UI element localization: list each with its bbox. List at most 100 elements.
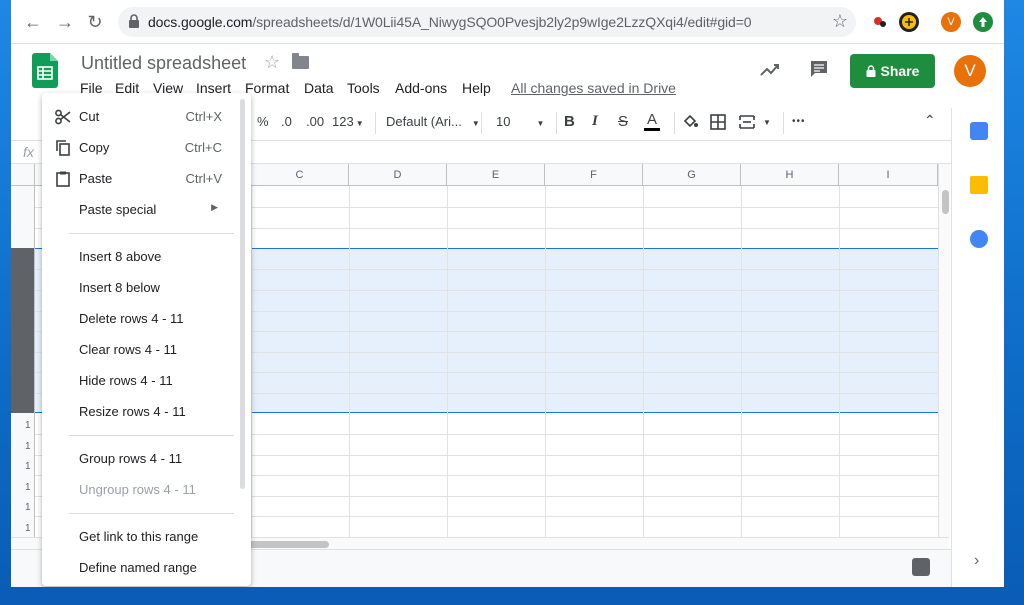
toolbar-divider xyxy=(783,112,784,134)
menu-item-label: Get link to this range xyxy=(79,529,199,544)
explore-icon[interactable] xyxy=(912,558,930,576)
menu-item-copy[interactable]: Copy Ctrl+C xyxy=(42,132,240,163)
bookmark-star-icon[interactable]: ☆ xyxy=(832,11,848,32)
font-family-value: Default (Ari... xyxy=(386,114,462,129)
font-size-select[interactable]: 10 ▼ xyxy=(496,114,544,129)
dropdown-arrow-icon: ▼ xyxy=(471,119,480,128)
column-header-h[interactable]: H xyxy=(741,164,839,186)
select-all-corner[interactable] xyxy=(11,164,35,186)
menu-item-paste-special[interactable]: Paste special ▶ xyxy=(42,194,240,225)
menu-item-paste[interactable]: Paste Ctrl+V xyxy=(42,163,240,194)
document-title[interactable]: Untitled spreadsheet xyxy=(81,53,246,74)
menu-item-hide-rows[interactable]: Hide rows 4 - 11 xyxy=(42,365,240,396)
borders-icon[interactable] xyxy=(709,113,727,131)
menu-item-cut[interactable]: Cut Ctrl+X xyxy=(42,101,240,132)
row-number: 1 xyxy=(25,461,31,472)
menu-item-insert-below[interactable]: Insert 8 below xyxy=(42,272,240,303)
merge-cells-icon[interactable] xyxy=(738,113,756,131)
menu-item-shortcut: Ctrl+X xyxy=(185,109,222,124)
menu-separator xyxy=(69,435,234,436)
calendar-icon[interactable] xyxy=(970,122,988,140)
menu-item-define-named-range[interactable]: Define named range xyxy=(42,552,240,583)
more-formats-button[interactable]: 123 ▼ xyxy=(332,114,364,129)
menu-tools[interactable]: Tools xyxy=(347,80,380,96)
avatar[interactable]: V xyxy=(954,55,986,87)
column-header-c[interactable]: C xyxy=(251,164,349,186)
menu-item-label: Paste special xyxy=(79,202,157,217)
format-percent-button[interactable]: % xyxy=(257,114,269,129)
profile-avatar-icon[interactable]: V xyxy=(941,12,961,32)
menu-item-shortcut: Ctrl+C xyxy=(184,140,222,155)
strikethrough-button[interactable]: S xyxy=(618,113,628,130)
row-headers-top[interactable] xyxy=(11,186,35,248)
menu-help[interactable]: Help xyxy=(462,80,491,96)
url-bar[interactable]: docs.google.com/spreadsheets/d/1W0Lii45A… xyxy=(118,7,856,37)
dropdown-arrow-icon[interactable]: ▼ xyxy=(763,118,771,127)
activity-trend-icon[interactable] xyxy=(759,60,781,80)
row-number: 1 xyxy=(25,523,31,534)
copy-icon xyxy=(56,140,70,156)
decrease-decimal-button[interactable]: .0 xyxy=(281,114,292,129)
star-icon[interactable]: ☆ xyxy=(264,52,280,73)
dropdown-arrow-icon: ▼ xyxy=(355,119,364,128)
extension-hive-icon[interactable] xyxy=(899,12,919,32)
menu-item-shortcut: Ctrl+V xyxy=(185,171,222,186)
folder-icon[interactable] xyxy=(292,53,309,69)
column-header-d[interactable]: D xyxy=(349,164,447,186)
vertical-scroll-thumb[interactable] xyxy=(942,190,949,214)
sheets-logo-icon[interactable] xyxy=(32,53,58,88)
menu-item-label: Define named range xyxy=(79,560,197,575)
collapse-toolbar-icon[interactable]: ⌃ xyxy=(924,112,936,129)
menu-scrollbar[interactable] xyxy=(240,99,245,489)
lock-icon xyxy=(129,14,139,28)
column-header-e[interactable]: E xyxy=(447,164,545,186)
menu-item-label: Clear rows 4 - 11 xyxy=(79,342,178,357)
text-color-button[interactable]: A xyxy=(644,111,661,131)
toolbar-divider xyxy=(556,112,557,134)
tasks-icon[interactable] xyxy=(970,230,988,248)
menu-item-group-rows[interactable]: Group rows 4 - 11 xyxy=(42,443,240,474)
menu-item-delete-rows[interactable]: Delete rows 4 - 11 xyxy=(42,303,240,334)
extension-red-icon[interactable] xyxy=(870,12,890,32)
menu-item-label: Resize rows 4 - 11 xyxy=(79,404,186,419)
menu-item-clear-rows[interactable]: Clear rows 4 - 11 xyxy=(42,334,240,365)
menu-addons[interactable]: Add-ons xyxy=(395,80,447,96)
more-toolbar-button[interactable]: ••• xyxy=(792,116,806,127)
comment-icon[interactable] xyxy=(809,59,829,79)
browser-address-bar: ← → ↻ docs.google.com/spreadsheets/d/1W0… xyxy=(11,0,1004,44)
row-number: 1 xyxy=(25,420,31,431)
share-button[interactable]: Share xyxy=(850,54,935,88)
italic-button[interactable]: I xyxy=(592,113,598,130)
increase-decimal-button[interactable]: .00 xyxy=(306,114,324,129)
update-icon[interactable] xyxy=(973,12,993,32)
font-size-value: 10 xyxy=(496,114,511,129)
menu-item-insert-above[interactable]: Insert 8 above xyxy=(42,241,240,272)
keep-icon[interactable] xyxy=(970,176,988,194)
forward-icon[interactable]: → xyxy=(55,12,75,32)
menu-item-label: Delete rows 4 - 11 xyxy=(79,311,184,326)
menu-item-label: Copy xyxy=(79,140,110,155)
more-formats-label: 123 xyxy=(332,114,354,129)
menu-item-get-link[interactable]: Get link to this range xyxy=(42,521,240,552)
horizontal-scroll-thumb[interactable] xyxy=(239,541,329,548)
menu-item-ungroup-rows: Ungroup rows 4 - 11 xyxy=(42,474,240,505)
back-icon[interactable]: ← xyxy=(23,12,43,32)
row-headers-selected[interactable] xyxy=(11,248,35,413)
fill-color-icon[interactable] xyxy=(681,113,699,131)
column-header-g[interactable]: G xyxy=(643,164,741,186)
menu-item-label: Group rows 4 - 11 xyxy=(79,451,183,466)
menu-item-resize-rows[interactable]: Resize rows 4 - 11 xyxy=(42,396,240,427)
column-header-f[interactable]: F xyxy=(545,164,643,186)
submenu-arrow-icon: ▶ xyxy=(211,202,218,212)
browser-window: ← → ↻ docs.google.com/spreadsheets/d/1W0… xyxy=(11,0,1004,587)
font-family-select[interactable]: Default (Ari... ▼ xyxy=(386,114,480,129)
bold-button[interactable]: B xyxy=(564,113,575,130)
menu-data[interactable]: Data xyxy=(304,80,334,96)
row-headers-bottom[interactable]: 1 1 1 1 1 1 xyxy=(11,413,35,537)
column-header-i[interactable]: I xyxy=(839,164,938,186)
vertical-scrollbar[interactable] xyxy=(938,164,950,537)
menu-format[interactable]: Format xyxy=(245,80,289,96)
chevron-right-icon[interactable]: › xyxy=(974,552,979,570)
reload-icon[interactable]: ↻ xyxy=(85,12,105,32)
save-status-link[interactable]: All changes saved in Drive xyxy=(511,80,676,96)
